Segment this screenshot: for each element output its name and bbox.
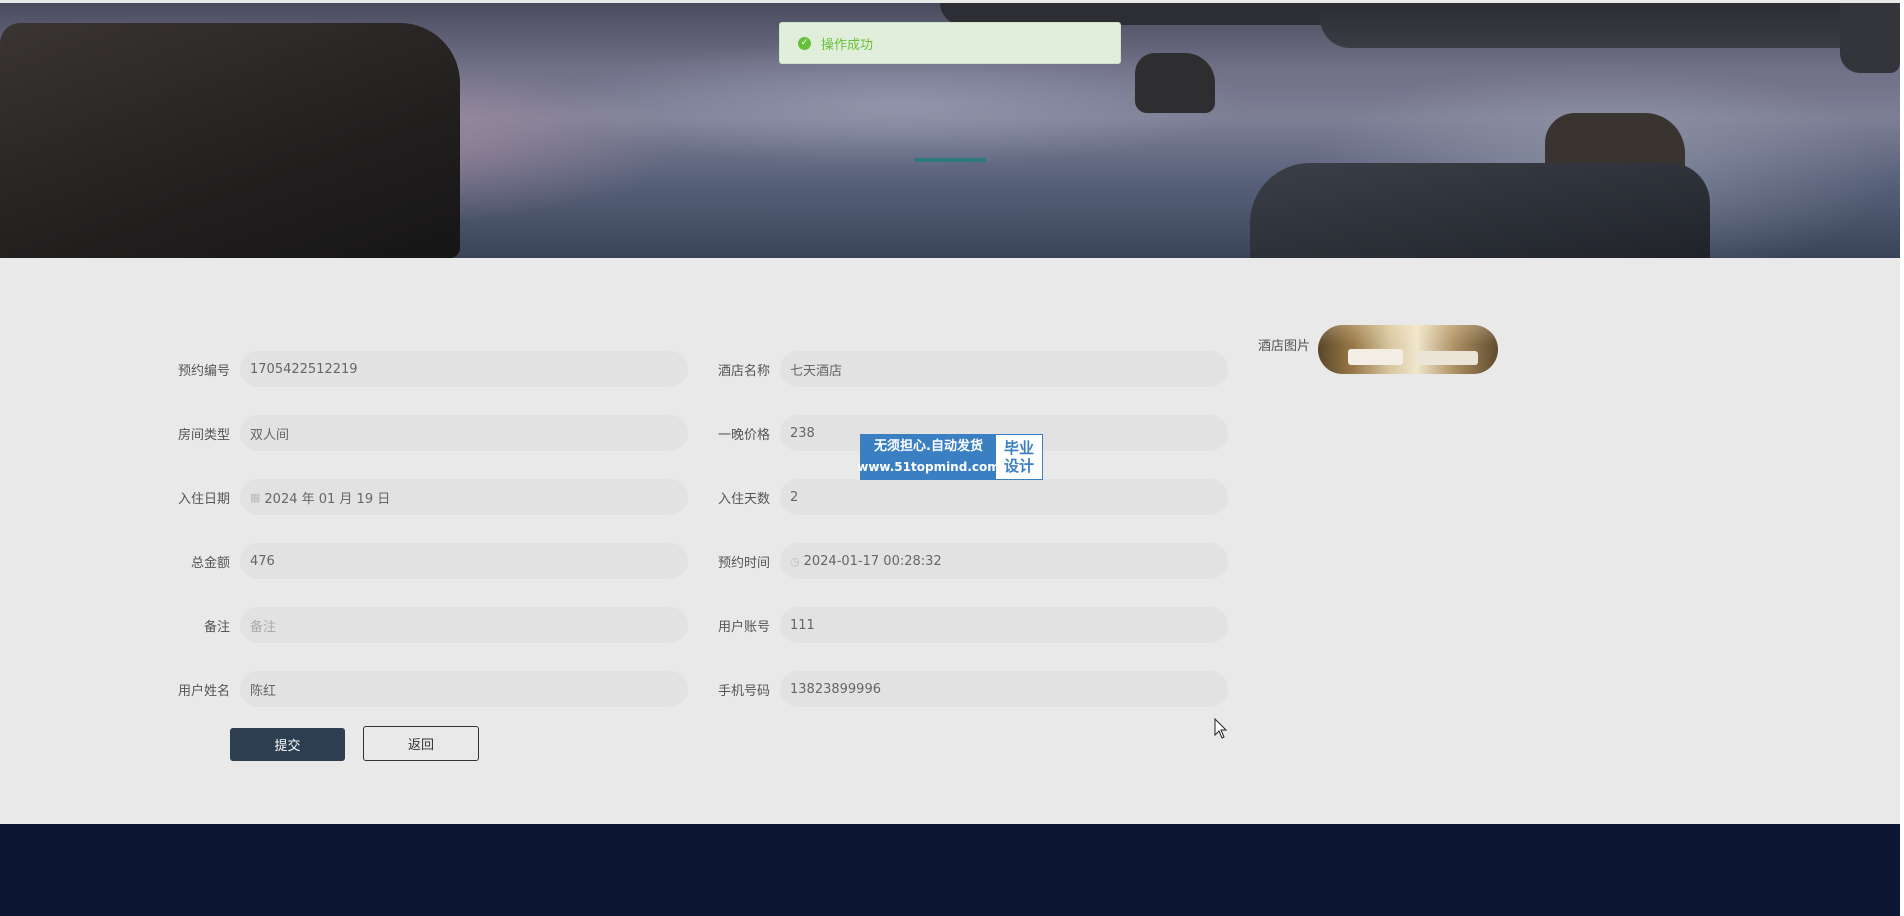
scrollbar-track (1900, 0, 1904, 916)
hotel-image-bed (1348, 349, 1403, 365)
field-value: 111 (790, 617, 815, 633)
banner-rock (1135, 53, 1215, 113)
watermark-right: 毕业 设计 (996, 435, 1042, 479)
banner-rock (1320, 3, 1900, 48)
watermark-line1: 无须担心.自动发货 (874, 439, 983, 454)
field-label: 一晚价格 (717, 428, 770, 443)
field-value: 13823899996 (790, 681, 881, 697)
watermark-url: www.51topmind.com (857, 460, 1000, 474)
banner-rock (1250, 163, 1710, 258)
field-label: 入住日期 (177, 492, 230, 507)
field-value: 七天酒店 (790, 363, 843, 379)
field-value: 2024 年 01 月 19 日 (264, 491, 391, 507)
submit-button[interactable]: 提交 (230, 728, 345, 761)
hotel-name-input[interactable]: 七天酒店 (780, 351, 1228, 387)
hotel-image-bed (1418, 351, 1478, 365)
hotel-image-label: 酒店图片 (1257, 339, 1310, 354)
booking-time-picker[interactable]: ◷ 2024-01-17 00:28:32 (780, 543, 1228, 579)
success-toast: ✓ 操作成功 (779, 22, 1121, 64)
toast-message: 操作成功 (821, 37, 874, 53)
checkin-date-picker[interactable]: ▦ 2024 年 01 月 19 日 (240, 479, 688, 515)
page-footer (0, 824, 1900, 916)
hotel-image[interactable] (1318, 325, 1498, 374)
field-placeholder: 备注 (250, 619, 277, 635)
watermark-right2: 设计 (1003, 457, 1034, 475)
field-label: 用户姓名 (177, 684, 230, 699)
field-label: 预约编号 (177, 364, 230, 379)
field-value: 陈红 (250, 683, 277, 699)
mouse-cursor-icon (1214, 718, 1228, 739)
field-value: 双人间 (250, 427, 290, 443)
banner-rock (1840, 3, 1900, 73)
field-label: 酒店名称 (717, 364, 770, 379)
carousel-indicator[interactable] (914, 158, 986, 162)
user-name-input[interactable]: 陈红 (240, 671, 688, 707)
stay-days-input[interactable]: 2 (780, 479, 1228, 515)
watermark-right1: 毕业 (1003, 439, 1034, 457)
watermark-left: 无须担心.自动发货 www.51topmind.com (857, 435, 1000, 479)
clock-icon: ◷ (790, 554, 800, 568)
field-label: 手机号码 (717, 684, 770, 699)
back-button[interactable]: 返回 (363, 726, 479, 761)
calendar-icon: ▦ (250, 490, 261, 504)
field-value: 476 (250, 553, 275, 569)
remark-input[interactable]: 备注 (240, 607, 688, 643)
field-label: 总金额 (190, 556, 230, 571)
banner-rock (0, 23, 460, 258)
phone-number-input[interactable]: 13823899996 (780, 671, 1228, 707)
field-label: 用户账号 (717, 620, 770, 635)
room-type-input[interactable]: 双人间 (240, 415, 688, 451)
check-circle-icon: ✓ (798, 36, 811, 50)
field-value: 238 (790, 425, 815, 441)
field-value: 2 (790, 489, 799, 505)
field-label: 备注 (203, 620, 230, 635)
field-label: 入住天数 (717, 492, 770, 507)
total-amount-input[interactable]: 476 (240, 543, 688, 579)
field-label: 房间类型 (177, 428, 230, 443)
field-value: 1705422512219 (250, 361, 358, 377)
field-label: 预约时间 (717, 556, 770, 571)
user-account-input[interactable]: 111 (780, 607, 1228, 643)
watermark-badge: 无须担心.自动发货 www.51topmind.com 毕业 设计 (857, 434, 1043, 480)
field-value: 2024-01-17 00:28:32 (803, 553, 942, 569)
booking-number-input[interactable]: 1705422512219 (240, 351, 688, 387)
